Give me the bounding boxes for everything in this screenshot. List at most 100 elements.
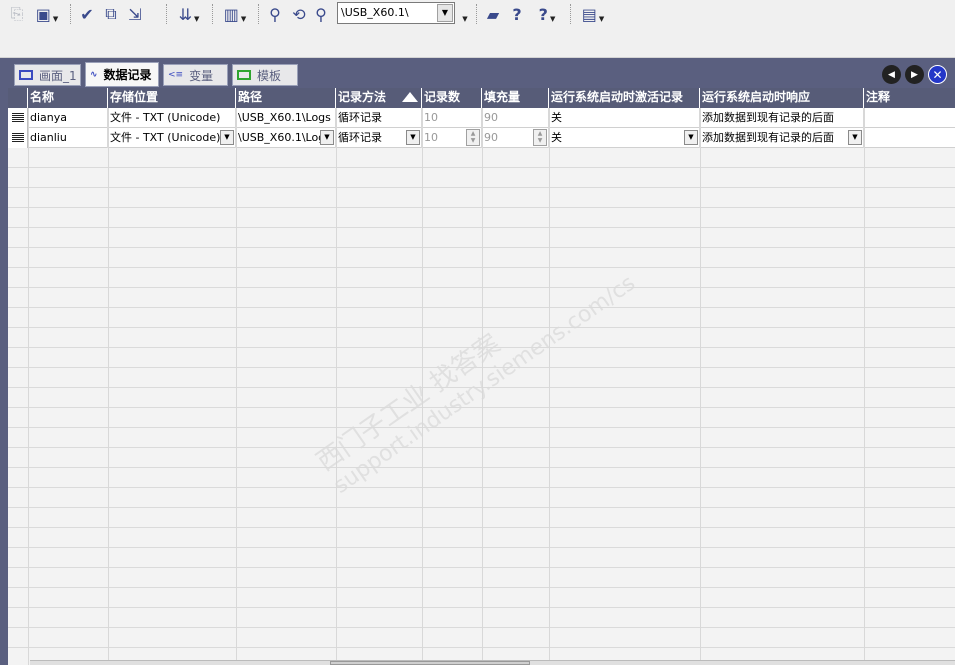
tab-label: 模板 [257,68,282,83]
window-button[interactable]: ▤ ▼ [576,2,610,26]
spinner-arrows-icon[interactable]: ▲ ▼ [466,129,480,146]
chevron-down-icon[interactable]: ▼ [684,130,698,145]
runtime-button[interactable]: ▥ ▼ [218,2,252,26]
column-header-name[interactable]: 名称 [28,88,108,108]
cell-name[interactable]: dianya [28,108,108,128]
chevron-down-icon[interactable]: ▼ [848,130,862,145]
cell-method[interactable]: 循环记录 [336,108,422,128]
cell-path[interactable]: \USB_X60.1\Logs [236,108,336,128]
column-header-response[interactable]: 运行系统启动时响应 [700,88,864,108]
horizontal-scrollbar[interactable] [30,660,955,665]
column-header-count[interactable]: 记录数 [422,88,482,108]
arrow-right-icon: ▶ [911,69,918,80]
column-header-fill[interactable]: 填充量 [482,88,549,108]
whats-this-button[interactable]: ? ▼ [530,2,564,26]
cell-fill: 90 [484,131,498,144]
cell-count[interactable]: 10 [422,108,482,128]
tab-data-logs[interactable]: ∿ 数据记录 [85,62,159,87]
cell-path-dropdown[interactable]: \USB_X60.1\Logs ▼ [236,128,336,148]
copy-icon[interactable]: ⎘ [6,2,28,26]
next-tab-button[interactable]: ▶ [905,65,924,84]
grid-column-line [336,108,337,665]
separator [70,4,71,24]
find-next-icon[interactable]: ⚲ [310,2,332,26]
tab-template[interactable]: 模板 [232,64,298,86]
close-tab-button[interactable]: ✕ [928,65,947,84]
grid-column-line [700,108,701,665]
column-header-storage[interactable]: 存储位置 [108,88,236,108]
table-header: 名称 存储位置 路径 记录方法 记录数 填充量 运行系统启动时激活记录 运行系统… [8,88,955,108]
grid-column-line [108,108,109,665]
cell-count-spinner[interactable]: 10 ▲ ▼ [422,128,482,148]
chevron-down-icon: ▼ [549,15,556,23]
separator [166,4,167,24]
cell-activate-dropdown[interactable]: 关 ▼ [549,128,700,148]
download-icon: ⇊ [178,4,192,24]
row-selector[interactable] [8,108,28,128]
tab-label: 数据记录 [103,68,152,82]
cell-response-dropdown[interactable]: 添加数据到现有记录的后面 ▼ [700,128,864,148]
download-button[interactable]: ⇊ ▼ [172,2,206,26]
find-icon[interactable]: ⚲ [264,2,286,26]
separator [570,4,571,24]
column-header-activate[interactable]: 运行系统启动时激活记录 [549,88,700,108]
column-header-path[interactable]: 路径 [236,88,336,108]
cell-response[interactable]: 添加数据到现有记录的后面 [700,108,864,128]
compile-icon[interactable]: ⧉ [100,2,122,26]
tab-label: 画面_1 [39,68,77,83]
paste-icon: ▣ [35,4,51,24]
chevron-down-icon[interactable]: ▼ [437,4,453,22]
help-icon[interactable]: ? [506,2,528,26]
cell-count: 10 [424,131,438,144]
grid-column-line [864,108,865,665]
cell-comment[interactable] [864,108,955,128]
cell-name[interactable]: dianliu [28,128,108,148]
close-icon: ✕ [932,67,943,82]
cell-storage[interactable]: 文件 - TXT (Unicode) [108,108,236,128]
grid-column-line [28,108,29,665]
column-header-method-label: 记录方法 [338,90,387,104]
check-icon[interactable]: ✔ [76,2,98,26]
chevron-down-icon: ▼ [240,15,247,23]
tags-icon: <≡ [168,70,184,80]
project-path-value: \USB_X60.1\ [341,6,409,19]
data-log-table: 西门子工业 找答案 support.industry.siemens.com/c… [8,88,955,665]
chevron-down-icon: ▼ [194,15,200,23]
cell-response: 添加数据到现有记录的后面 [702,131,834,144]
template-icon [237,70,251,80]
replace-icon[interactable]: ⟲ [288,2,310,26]
column-header-comment[interactable]: 注释 [864,88,955,108]
grid-column-line [236,108,237,665]
project-path-combo[interactable]: \USB_X60.1\ ▼ [337,2,455,24]
data-log-icon: ∿ [90,69,98,80]
chevron-down-icon[interactable]: ▼ [220,130,234,145]
tab-tags[interactable]: <≡ 变量 [163,64,228,86]
transfer-icon[interactable]: ⇲ [124,2,146,26]
separator [258,4,259,24]
scrollbar-thumb[interactable] [330,661,530,665]
paste-button[interactable]: ▣ ▼ [30,2,64,26]
grid-column-line [549,108,550,665]
runtime-icon: ▥ [223,4,239,24]
tab-screen-1[interactable]: 画面_1 [14,64,81,86]
column-header-method[interactable]: 记录方法 [336,88,422,108]
cell-storage: 文件 - TXT (Unicode) [110,131,221,144]
cell-method-dropdown[interactable]: 循环记录 ▼ [336,128,422,148]
chevron-down-icon[interactable]: ▼ [320,130,334,145]
row-lines-icon [12,133,24,143]
cell-fill-spinner[interactable]: 90 ▲ ▼ [482,128,549,148]
cell-activate[interactable]: 关 [549,108,700,128]
row-lines-icon [12,113,24,123]
cell-storage-dropdown[interactable]: 文件 - TXT (Unicode) ▼ [108,128,236,148]
chevron-down-icon[interactable]: ▼ [458,2,470,26]
chevron-down-icon[interactable]: ▼ [406,130,420,145]
window-icon: ▤ [581,4,597,24]
previous-tab-button[interactable]: ◀ [882,65,901,84]
cell-comment[interactable] [864,128,955,148]
cell-fill[interactable]: 90 [482,108,549,128]
cell-activate: 关 [551,131,562,144]
spinner-arrows-icon[interactable]: ▲ ▼ [533,129,547,146]
cell-path: \USB_X60.1\Logs [238,131,331,144]
help-book-icon[interactable]: ▰ [482,2,504,26]
row-selector[interactable] [8,128,28,148]
